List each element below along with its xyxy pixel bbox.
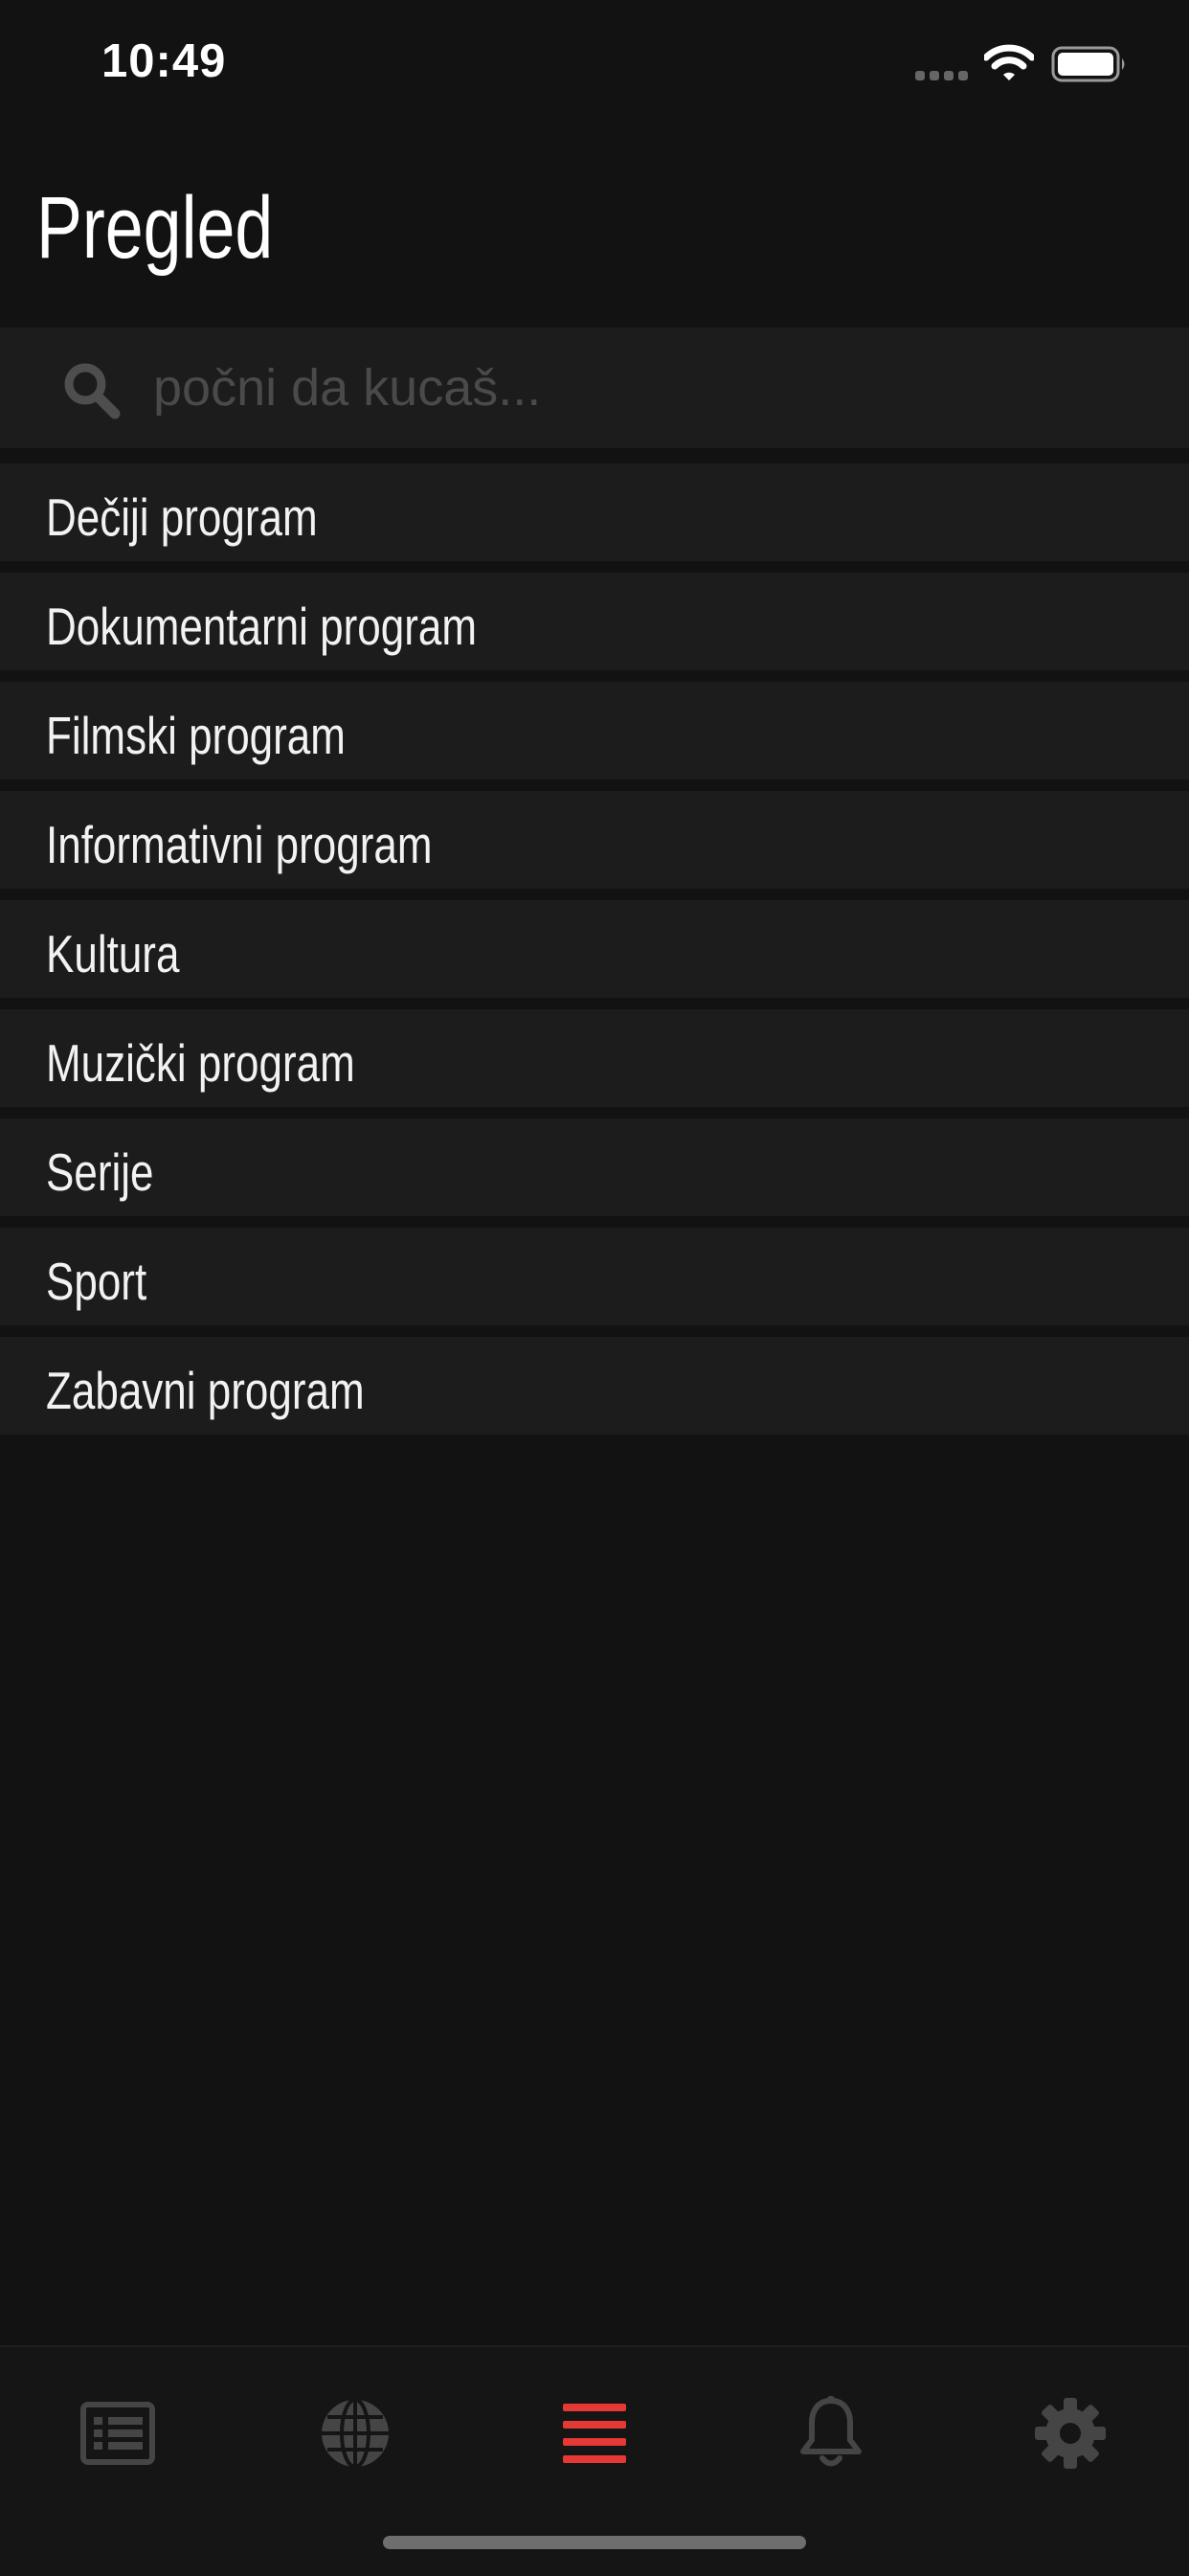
tab-overview[interactable]	[537, 2385, 652, 2481]
search-input[interactable]	[153, 354, 1149, 421]
category-row-sport[interactable]: Sport	[0, 1228, 1189, 1325]
category-row-informativni-program[interactable]: Informativni program	[0, 791, 1189, 889]
category-label: Dokumentarni program	[46, 597, 477, 656]
category-label: Muzički program	[46, 1033, 355, 1093]
search-icon	[64, 363, 121, 419]
category-row-zabavni-program[interactable]: Zabavni program	[0, 1337, 1189, 1435]
category-label: Dečiji program	[46, 487, 318, 547]
category-row-kultura[interactable]: Kultura	[0, 900, 1189, 998]
category-row-dokumentarni-program[interactable]: Dokumentarni program	[0, 573, 1189, 670]
category-label: Kultura	[46, 924, 180, 983]
category-label: Informativni program	[46, 815, 433, 874]
tab-world[interactable]	[298, 2385, 413, 2481]
category-label: Zabavni program	[46, 1361, 365, 1420]
tab-news[interactable]	[60, 2385, 175, 2481]
search-bar[interactable]	[0, 328, 1189, 448]
home-indicator	[383, 2536, 806, 2549]
category-list: Dečiji program Dokumentarni program Film…	[0, 463, 1189, 1446]
tab-notifications[interactable]	[774, 2385, 888, 2481]
tab-settings[interactable]	[1013, 2385, 1128, 2481]
bell-icon	[800, 2396, 862, 2467]
category-row-muzicki-program[interactable]: Muzički program	[0, 1009, 1189, 1107]
category-row-serije[interactable]: Serije	[0, 1119, 1189, 1216]
page-title: Pregled	[36, 179, 274, 277]
news-list-icon	[80, 2402, 155, 2465]
cellular-signal-icon	[915, 71, 969, 80]
category-row-decji-program[interactable]: Dečiji program	[0, 463, 1189, 561]
globe-icon	[322, 2398, 389, 2469]
battery-icon	[1051, 46, 1125, 82]
menu-icon	[563, 2404, 626, 2463]
category-label: Filmski program	[46, 706, 346, 765]
category-label: Sport	[46, 1252, 147, 1311]
status-bar: 10:49	[0, 0, 1189, 126]
category-row-filmski-program[interactable]: Filmski program	[0, 682, 1189, 780]
wifi-icon	[984, 44, 1034, 80]
status-time: 10:49	[101, 35, 227, 87]
gear-icon	[1035, 2398, 1106, 2469]
category-label: Serije	[46, 1142, 154, 1202]
